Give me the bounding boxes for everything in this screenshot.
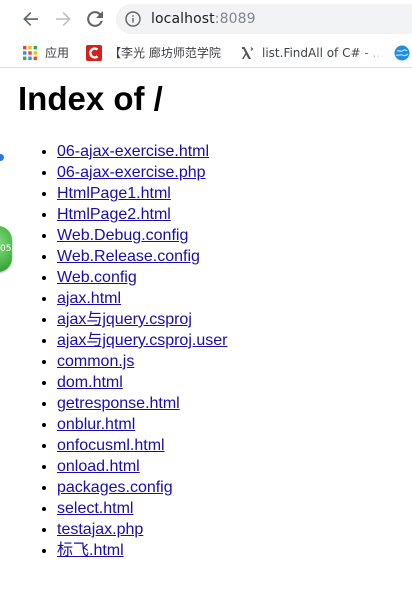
file-link[interactable]: HtmlPage1.html bbox=[57, 185, 171, 202]
bookmark-findall[interactable]: list.FindAll of C# - ... bbox=[239, 38, 384, 67]
file-link[interactable]: testajax.php bbox=[57, 521, 143, 538]
file-link[interactable]: 标飞.html bbox=[57, 542, 124, 559]
address-bar[interactable]: localhost:8089 bbox=[116, 4, 412, 34]
file-link[interactable]: 06-ajax-exercise.html bbox=[57, 143, 209, 160]
file-link[interactable]: ajax与jquery.csproj.user bbox=[57, 332, 227, 349]
browser-toolbar: localhost:8089 bbox=[0, 0, 412, 38]
bookmark-csdn[interactable]: 【李光 廊坊师范学院 bbox=[86, 38, 221, 67]
file-link[interactable]: dom.html bbox=[57, 374, 123, 391]
file-link[interactable]: onblur.html bbox=[57, 416, 135, 433]
lambda-favicon bbox=[242, 46, 254, 59]
file-link[interactable]: HtmlPage2.html bbox=[57, 206, 171, 223]
file-list-item: getresponse.html bbox=[57, 393, 227, 414]
page-content: 05 Index of / 06-ajax-exercise.html06-aj… bbox=[0, 68, 412, 606]
file-list-item: Web.Debug.config bbox=[57, 225, 227, 246]
file-list-item: 06-ajax-exercise.html bbox=[57, 141, 227, 162]
info-icon[interactable] bbox=[125, 11, 141, 27]
bookmarks-bar: 应用 【李光 廊坊师范学院 list.FindAll of C# - ... bbox=[0, 38, 412, 68]
arrow-right-icon bbox=[56, 12, 71, 26]
arrow-left-icon bbox=[23, 12, 38, 26]
file-list-item: ajax与jquery.csproj bbox=[57, 309, 227, 330]
file-list-item: select.html bbox=[57, 498, 227, 519]
file-list-item: onload.html bbox=[57, 456, 227, 477]
file-link[interactable]: Web.Debug.config bbox=[57, 227, 188, 244]
file-link[interactable]: packages.config bbox=[57, 479, 173, 496]
file-list-item: common.js bbox=[57, 351, 227, 372]
file-list-item: Web.config bbox=[57, 267, 227, 288]
bookmark-label: 应用 bbox=[45, 46, 70, 60]
file-link[interactable]: ajax与jquery.csproj bbox=[57, 311, 192, 328]
apps-grid-icon bbox=[23, 45, 37, 60]
file-list: 06-ajax-exercise.html 06-ajax-exercise.ph… bbox=[0, 141, 227, 561]
file-list-item: testajax.php bbox=[57, 519, 227, 540]
page-title: Index of / bbox=[18, 80, 163, 117]
globe-favicon bbox=[394, 45, 410, 60]
file-list-item: HtmlPage1.html bbox=[57, 183, 227, 204]
file-link[interactable]: ajax.html bbox=[57, 290, 121, 307]
file-link[interactable]: common.js bbox=[57, 353, 134, 370]
reload-icon bbox=[87, 11, 103, 27]
back-button[interactable] bbox=[19, 7, 43, 31]
file-list-item: ajax与jquery.csproj.user bbox=[57, 330, 227, 351]
file-list-item: onblur.html bbox=[57, 414, 227, 435]
file-list-item: 标飞.html bbox=[57, 540, 227, 561]
file-list-item: Web.Release.config bbox=[57, 246, 227, 267]
file-list-item: onfocusml.html bbox=[57, 435, 227, 456]
url-host: localhost bbox=[151, 11, 215, 27]
url-port: :8089 bbox=[214, 11, 256, 27]
file-list-item: HtmlPage2.html bbox=[57, 204, 227, 225]
bookmark-label: list.FindAll of C# - ... bbox=[262, 45, 384, 60]
file-list-item: 06-ajax-exercise.php bbox=[57, 162, 227, 183]
file-link[interactable]: Web.config bbox=[57, 269, 137, 286]
file-link[interactable]: Web.Release.config bbox=[57, 248, 200, 265]
bookmark-label: 【李光 廊坊师范学院 bbox=[109, 46, 221, 60]
file-link[interactable]: onload.html bbox=[57, 458, 140, 475]
file-list-item: packages.config bbox=[57, 477, 227, 498]
bookmark-apps[interactable]: 应用 bbox=[22, 38, 69, 67]
file-link[interactable]: select.html bbox=[57, 500, 133, 517]
file-link[interactable]: getresponse.html bbox=[57, 395, 180, 412]
file-list-item: ajax.html bbox=[57, 288, 227, 309]
file-link[interactable]: 06-ajax-exercise.php bbox=[57, 164, 206, 181]
forward-button[interactable] bbox=[51, 7, 75, 31]
red-c-favicon bbox=[86, 44, 102, 61]
url-text[interactable]: localhost:8089 bbox=[151, 10, 256, 28]
reload-button[interactable] bbox=[83, 7, 107, 31]
file-list-item: dom.html bbox=[57, 372, 227, 393]
file-link[interactable]: onfocusml.html bbox=[57, 437, 165, 454]
bookmark-globe[interactable] bbox=[394, 38, 412, 67]
